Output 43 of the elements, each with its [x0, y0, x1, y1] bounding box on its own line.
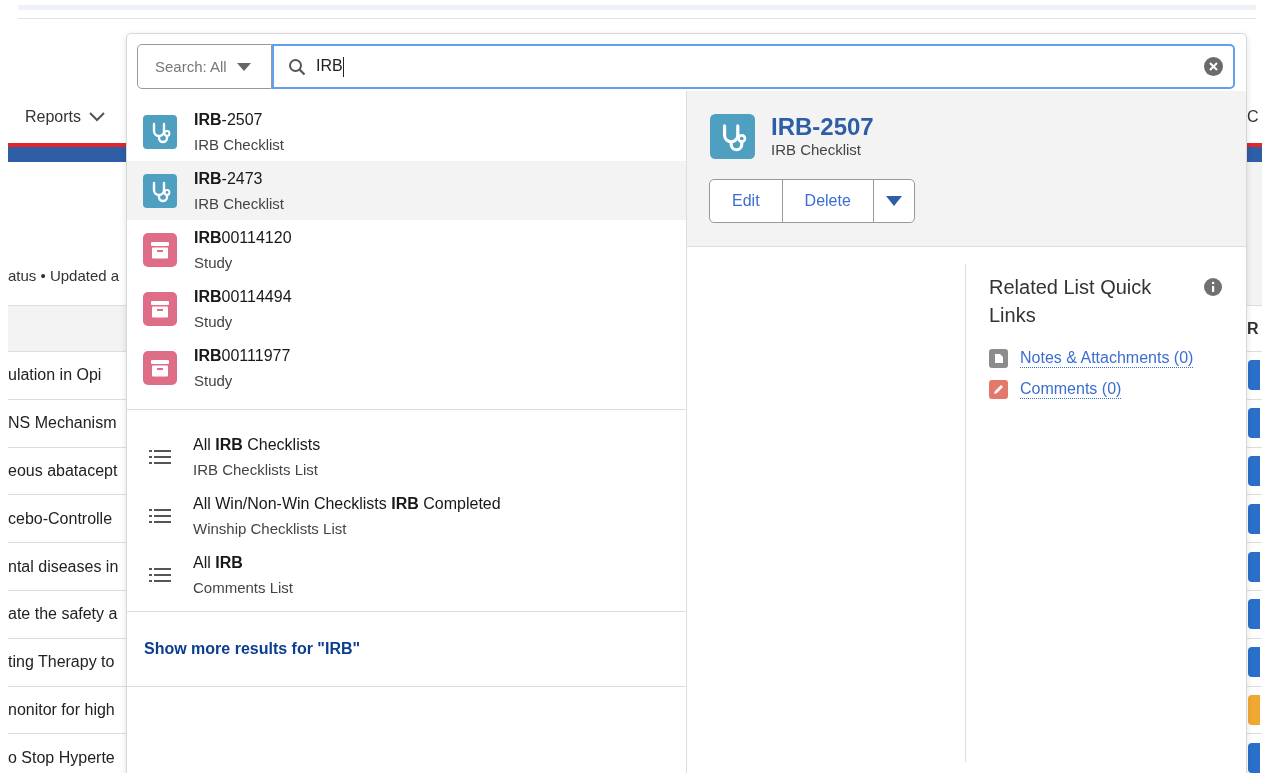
header-stripe — [1247, 143, 1262, 162]
clear-icon[interactable] — [1204, 57, 1223, 76]
record-title[interactable]: IRB-2507 — [771, 113, 874, 141]
quick-links-title: Related List Quick Links — [989, 275, 1153, 328]
show-more-link[interactable]: Show more results for "IRB" — [127, 612, 686, 686]
search-scope-dropdown[interactable]: Search: All — [137, 44, 272, 89]
chevron-down-icon[interactable] — [89, 112, 106, 122]
caret-down-icon — [885, 196, 902, 206]
table-cell: ate the safety a — [8, 605, 118, 624]
document-icon — [989, 349, 1008, 368]
pencil-icon — [989, 380, 1008, 399]
table-cell: ulation in Opi — [8, 366, 102, 385]
action-button[interactable]: Edit — [709, 179, 783, 223]
column-header: R — [1247, 318, 1259, 339]
table-cell: o Stop Hyperte — [8, 748, 115, 767]
nav-item[interactable]: C — [1247, 91, 1259, 143]
list-icon — [149, 566, 171, 583]
search-field[interactable]: IRB — [272, 44, 1235, 89]
table-cell: nonitor for high — [8, 700, 115, 719]
quick-link[interactable]: Comments (0) — [1020, 380, 1122, 399]
table-cell: eous abatacept — [8, 462, 118, 480]
more-actions-button[interactable] — [872, 179, 915, 223]
record-type: IRB Checklist — [771, 141, 862, 158]
archive-box-icon — [143, 291, 177, 326]
table-cell: ting Therapy to — [8, 653, 115, 672]
list-subtitle: atus • Updated a — [8, 267, 120, 284]
search-icon — [288, 57, 306, 76]
table-cell: cebo-Controlle — [8, 509, 113, 528]
list-icon — [149, 448, 171, 465]
stethoscope-icon — [143, 114, 177, 149]
archive-box-icon — [143, 350, 177, 385]
table-cell: NS Mechanism — [8, 414, 117, 433]
search-result[interactable]: IRB-2473 IRB Checklist — [127, 161, 686, 220]
list-icon — [149, 507, 171, 524]
info-icon — [1204, 278, 1222, 296]
nav-item[interactable]: Reports — [25, 91, 82, 143]
action-button[interactable]: Delete — [781, 179, 874, 223]
archive-box-icon — [143, 232, 177, 267]
stethoscope-icon — [143, 173, 177, 208]
quick-link[interactable]: Notes & Attachments (0) — [1020, 349, 1194, 368]
caret-down-icon — [236, 62, 251, 71]
stethoscope-icon — [710, 113, 755, 159]
table-cell: ntal diseases in — [8, 557, 119, 576]
